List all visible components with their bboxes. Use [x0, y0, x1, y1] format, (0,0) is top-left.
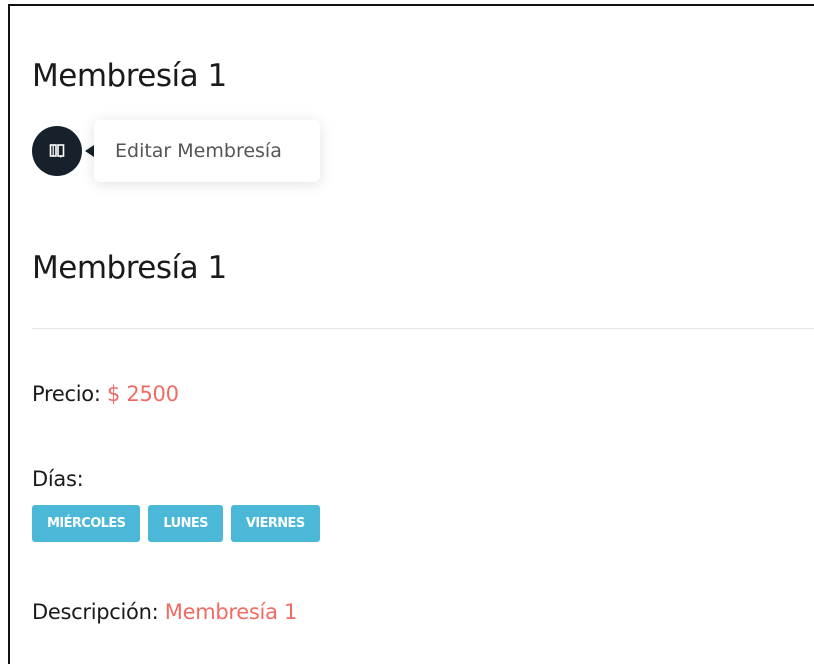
days-label: Días: [32, 467, 84, 491]
day-badge: MIÉRCOLES [32, 505, 141, 542]
day-badges: MIÉRCOLES LUNES VIERNES [32, 505, 320, 542]
action-row: Editar Membresía [32, 120, 332, 182]
day-badge: LUNES [148, 505, 223, 542]
edit-tooltip: Editar Membresía [94, 120, 320, 182]
description-value: Membresía 1 [164, 600, 298, 624]
book-open-icon [49, 144, 65, 158]
tooltip-arrow [85, 145, 94, 157]
edit-membership-button[interactable] [32, 126, 82, 176]
divider [32, 328, 814, 329]
membership-heading: Membresía 1 [32, 250, 227, 286]
content-frame [8, 4, 814, 664]
description-label: Descripción: [32, 600, 159, 624]
price-label: Precio: [32, 382, 101, 406]
description-field: Descripción: Membresía 1 [32, 600, 297, 624]
page-title: Membresía 1 [32, 58, 227, 94]
price-field: Precio: $ 2500 [32, 382, 179, 406]
day-badge: VIERNES [230, 505, 320, 542]
price-value: $ 2500 [106, 382, 179, 406]
